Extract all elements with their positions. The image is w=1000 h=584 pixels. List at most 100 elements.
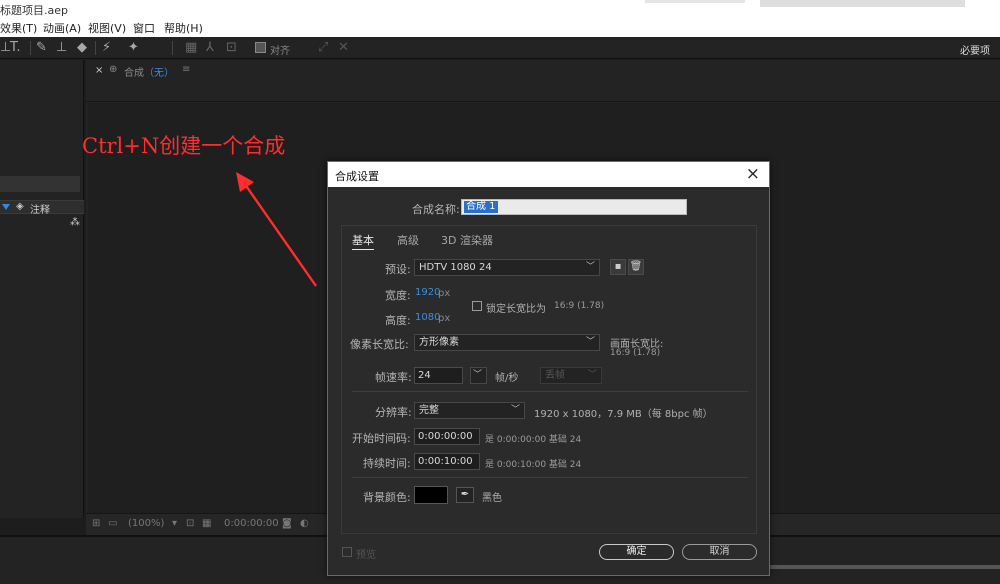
timecode-display[interactable]: 0:00:00:00 — [224, 518, 279, 529]
preset-label: 预设: — [385, 263, 411, 276]
snap-option-icon[interactable]: ✕ — [338, 40, 349, 56]
background-color-label: 背景颜色: — [363, 491, 411, 504]
preset-dropdown[interactable]: HDTV 1080 24 ﹀ — [414, 259, 600, 276]
frame-rate-value: 24 — [418, 370, 431, 381]
section-divider — [352, 477, 748, 478]
start-timecode-label: 开始时间码: — [352, 432, 411, 445]
frame-rate-label: 帧速率: — [375, 371, 412, 384]
resolution-dropdown[interactable]: 完整 ﹀ — [414, 402, 525, 419]
resolution-label: 分辨率: — [375, 406, 412, 419]
menu-help[interactable]: 帮助(H) — [164, 20, 203, 36]
lock-aspect-value: 16:9 (1.78) — [554, 301, 605, 311]
view-axis-icon[interactable]: ⊡ — [226, 40, 237, 56]
dialog-title: 合成设置 — [335, 170, 379, 183]
width-unit: px — [438, 288, 451, 299]
ok-button[interactable]: 确定 — [599, 544, 674, 560]
start-timecode-value: 0:00:00:00 — [418, 431, 473, 442]
duration-input[interactable]: 0:00:10:00 — [414, 453, 480, 470]
background-color-name: 黑色 — [482, 493, 502, 504]
resolution-info: 1920 x 1080，7.9 MB（每 8bpc 帧） — [534, 409, 713, 420]
menu-view[interactable]: 视图(V) — [88, 20, 126, 36]
camera-icon[interactable]: ◙ — [282, 518, 292, 529]
drop-frame-dropdown: 丢帧 ﹀ — [540, 367, 602, 384]
tab-3d-renderer[interactable]: 3D 渲染器 — [441, 232, 493, 248]
eraser-icon[interactable]: ◆ — [77, 40, 87, 56]
lock-icon[interactable]: ⊕ — [109, 64, 117, 75]
duration-label: 持续时间: — [363, 457, 411, 470]
duration-info: 是 0:00:10:00 基础 24 — [485, 460, 582, 470]
sort-down-icon[interactable] — [2, 204, 10, 210]
composition-tab[interactable]: 合成（无） — [124, 64, 174, 79]
comment-column-label[interactable]: 注释 — [30, 201, 50, 216]
timeline-scrollbar[interactable] — [770, 565, 1000, 569]
start-timecode-input[interactable]: 0:00:00:00 — [414, 428, 480, 445]
lock-aspect-checkbox[interactable] — [472, 301, 482, 311]
chevron-down-icon[interactable]: ▾ — [172, 518, 177, 529]
monitor-icon[interactable]: ▭ — [108, 518, 117, 529]
pixel-aspect-label: 像素长宽比: — [350, 338, 409, 351]
background-color-swatch[interactable] — [414, 486, 448, 504]
composition-name-value: 合成 1 — [464, 201, 498, 213]
grid-icon[interactable]: ▦ — [202, 518, 211, 529]
width-label: 宽度: — [385, 289, 411, 302]
menu-effects[interactable]: 效果(T) — [0, 20, 37, 36]
eyedropper-icon[interactable]: ✒ — [456, 487, 474, 503]
pixel-aspect-value: 方形像素 — [419, 337, 459, 348]
snap-option-icon[interactable]: ⤢ — [318, 40, 328, 56]
settings-tab-panel: 基本 高级 3D 渲染器 预设: HDTV 1080 24 ﹀ ▪ 🗑 宽度: … — [341, 225, 757, 534]
dialog-title-bar: 合成设置 × — [328, 162, 769, 187]
preset-value: HDTV 1080 24 — [419, 262, 492, 273]
project-column-header: ◈ 注释 — [0, 200, 84, 216]
composition-name-label: 合成名称: — [412, 203, 460, 216]
text-tool-icon[interactable]: T. — [10, 40, 21, 56]
menu-animation[interactable]: 动画(A) — [43, 20, 81, 36]
frame-rate-input[interactable]: 24 — [414, 367, 463, 384]
show-channel-icon[interactable]: ◐ — [300, 518, 309, 529]
resolution-value: 完整 — [419, 405, 439, 416]
snapping-checkbox[interactable] — [255, 42, 266, 53]
toolbar-separator — [172, 41, 173, 55]
roto-brush-icon[interactable]: ⚡ — [102, 40, 111, 56]
axis-mode-icon[interactable]: ▦ — [185, 40, 197, 56]
drop-frame-value: 丢帧 — [545, 370, 565, 381]
panel-menu-icon[interactable]: ≡ — [182, 64, 190, 75]
cancel-button[interactable]: 取消 — [682, 544, 757, 560]
flowchart-icon[interactable]: ⁂ — [70, 217, 80, 228]
preview-checkbox[interactable] — [342, 547, 352, 557]
view-options-icon[interactable]: ⊞ — [92, 518, 100, 529]
toolbar-separator — [30, 41, 31, 55]
world-axis-icon[interactable]: ⅄ — [206, 40, 214, 56]
workspace-label[interactable]: 必要项 — [960, 42, 990, 57]
fps-unit-label: 帧/秒 — [495, 373, 519, 384]
close-tab-icon[interactable]: × — [95, 65, 103, 76]
tab-advanced[interactable]: 高级 — [397, 232, 419, 248]
tab-basic[interactable]: 基本 — [352, 232, 374, 250]
pixel-aspect-dropdown[interactable]: 方形像素 ﹀ — [414, 334, 600, 351]
composition-tab-label: 合成 — [124, 68, 144, 79]
height-value[interactable]: 1080 — [415, 312, 440, 323]
chevron-down-icon: ﹀ — [472, 370, 482, 380]
duration-value: 0:00:10:00 — [418, 456, 473, 467]
height-unit: px — [438, 313, 451, 324]
puppet-pin-icon[interactable]: ✦ — [128, 40, 139, 56]
section-divider — [352, 391, 748, 392]
width-value[interactable]: 1920 — [415, 287, 440, 298]
zoom-dropdown[interactable]: (100%) — [128, 518, 164, 529]
region-icon[interactable]: ⊡ — [186, 518, 194, 529]
tools-toolbar: ⊥ T. ✎ ⊥ ◆ ⚡ ✦ ▦ ⅄ ⊡ 对齐 ⤢ ✕ 必要项 — [0, 37, 1000, 59]
composition-tab-bar: × ⊕ 合成（无） ≡ — [86, 60, 1000, 102]
chevron-down-icon: ﹀ — [510, 405, 520, 415]
composition-name-input[interactable]: 合成 1 — [461, 199, 687, 215]
brush-tool-icon[interactable]: ✎ — [36, 40, 47, 56]
close-icon[interactable]: × — [746, 164, 760, 184]
chevron-down-icon: ﹀ — [585, 337, 595, 347]
chevron-down-icon: ﹀ — [587, 370, 597, 380]
frame-rate-dropdown[interactable]: ﹀ — [470, 367, 487, 384]
delete-preset-icon[interactable]: 🗑 — [628, 259, 644, 275]
project-search-strip[interactable] — [0, 176, 80, 192]
save-preset-icon[interactable]: ▪ — [610, 259, 626, 275]
clone-stamp-icon[interactable]: ⊥ — [56, 40, 67, 56]
menu-window[interactable]: 窗口 — [133, 20, 155, 36]
chevron-down-icon: ﹀ — [585, 262, 595, 272]
label-tag-icon[interactable]: ◈ — [16, 201, 24, 212]
